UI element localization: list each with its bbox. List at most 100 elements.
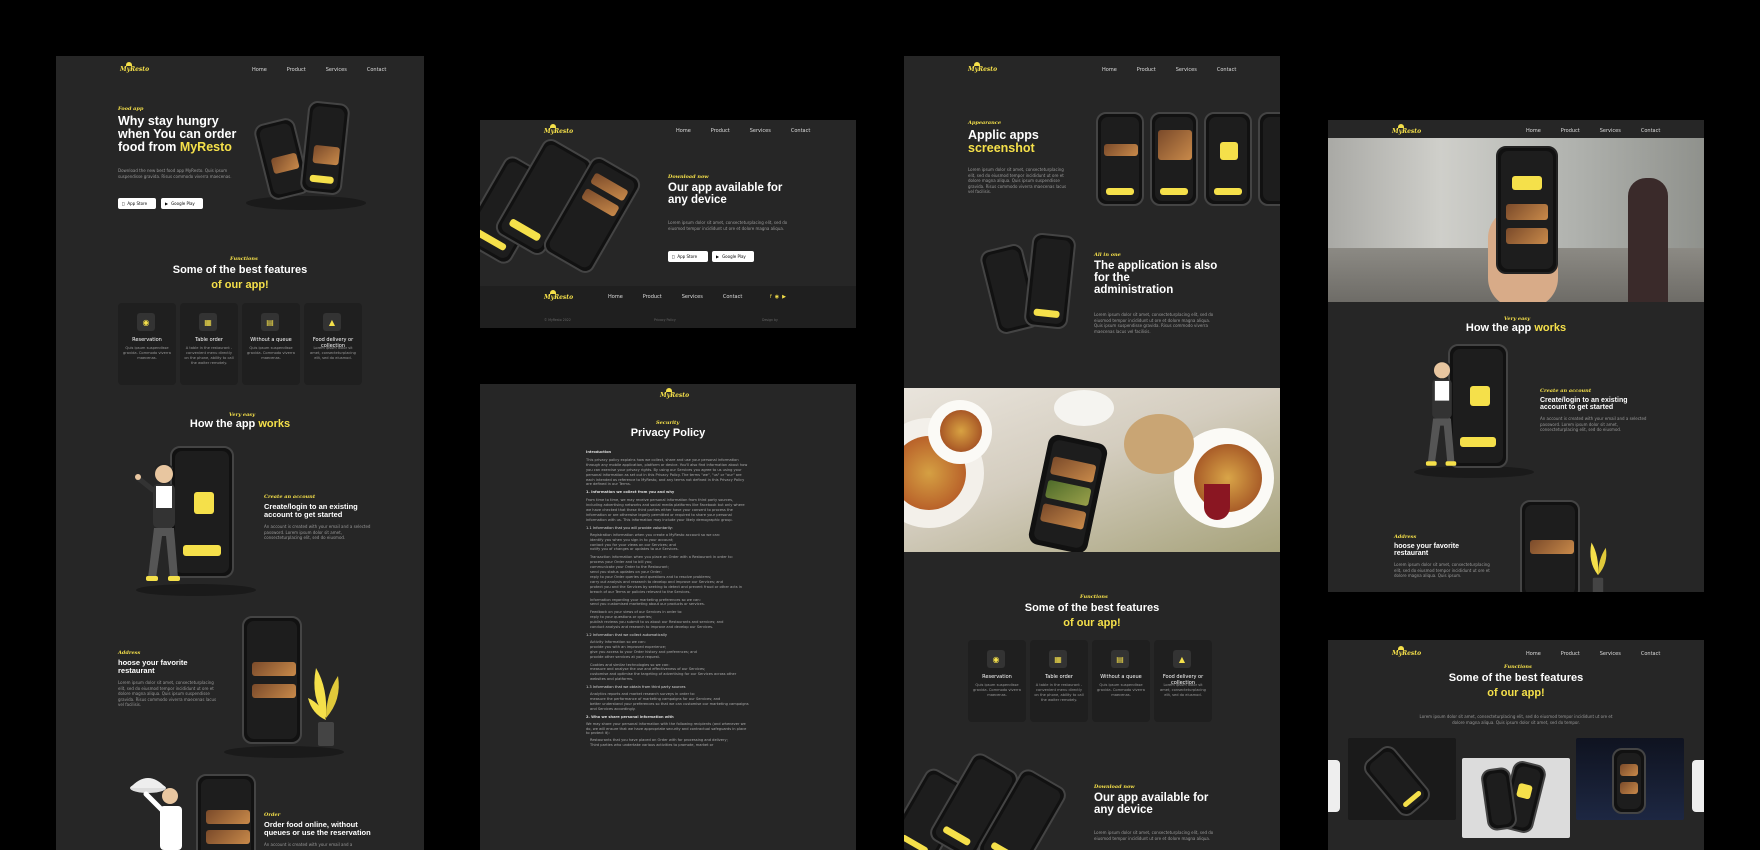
nav-home[interactable]: Home [252,67,267,73]
nav-contact[interactable]: Contact [1641,651,1660,657]
download-tag: Download now [1094,784,1135,790]
carousel-next-arrow[interactable] [1692,760,1704,812]
street-hand-phone-photo [1328,138,1704,302]
how-title: How the app works [1465,322,1567,334]
nav-contact[interactable]: Contact [791,128,810,134]
step3-tag: Order [264,812,281,818]
screenshot-phone-1 [1096,112,1144,206]
nav-contact[interactable]: Contact [1641,128,1660,134]
nav-product[interactable]: Product [1561,128,1580,134]
step2-title: hoose your favorite restaurant [1394,543,1459,558]
carousel-prev-arrow[interactable] [1328,760,1340,812]
screens-description: Lorem ipsum dolor sit amet, consecteturp… [968,167,1067,194]
footer-design-by: Design by [762,318,778,322]
nav-product[interactable]: Product [1137,67,1156,73]
nav-product[interactable]: Product [287,67,306,73]
privacy-list-1: Registration information when you create… [590,532,743,630]
carousel-slide-2[interactable] [1462,758,1570,838]
footer-nav-services[interactable]: Services [682,294,703,300]
nav-home[interactable]: Home [1526,128,1541,134]
feature-card-food-delivery: ▲ Food delivery or collection Lorem ipsu… [304,303,362,385]
top-nav: Home Product Services Contact [252,67,386,73]
privacy-policy-panel: MyResto Security Privacy Policy Introduc… [480,384,856,850]
nav-home[interactable]: Home [676,128,691,134]
myresto-logo[interactable]: MyResto [660,388,689,402]
nav-product[interactable]: Product [711,128,730,134]
hero-phone-front [299,100,351,196]
apple-icon:  [672,254,674,259]
footer-nav: Home Product Services Contact [608,294,742,300]
plate-icon: ◉ [137,313,155,331]
myresto-logo[interactable]: MyResto [1392,124,1421,138]
plant-illustration [1590,542,1607,592]
app-store-button[interactable]: App Store [668,251,708,262]
step3-title: Order food online, without queues or use… [264,820,371,837]
top-nav: Home Product Services Contact [1526,128,1660,134]
step1-person-illustration [1425,360,1457,466]
myresto-logo[interactable]: MyResto [544,124,573,138]
step2-tag: Address [1394,534,1417,540]
step1-title: Create/login to an existing account to g… [1540,397,1628,412]
step2-title: hoose your favorite restaurant [118,658,188,675]
step3-phone [196,774,256,850]
carousel-slide-3[interactable] [1576,738,1684,820]
features-tag: Functions [1504,664,1532,670]
features-title: Some of the best features of our app! [1448,672,1584,699]
hero-description: Download the new best food app MyResto. … [118,168,232,179]
step1-tag: Create an account [1540,388,1592,394]
nav-contact[interactable]: Contact [1217,67,1236,73]
google-play-button[interactable]: ▶ Google Play [161,198,203,209]
social-icons: f ◉ ▶ [770,294,786,300]
step2-phone [1520,500,1580,592]
youtube-icon[interactable]: ▶ [782,294,786,300]
myresto-logo[interactable]: MyResto [120,62,149,76]
nav-services[interactable]: Services [326,67,347,73]
privacy-title: Privacy Policy [630,427,706,439]
table-icon: ▦ [1049,650,1067,668]
myresto-logo[interactable]: MyResto [968,62,997,76]
nav-home[interactable]: Home [1102,67,1117,73]
instagram-icon[interactable]: ◉ [775,294,779,300]
nav-contact[interactable]: Contact [367,67,386,73]
landing-page-panel: MyResto Home Product Services Contact Fo… [56,56,424,850]
app-store-button[interactable]: App Store [118,198,156,209]
admin-phone-front [1023,231,1077,331]
admin-title: The application is also for the administ… [1094,260,1218,297]
step2-tag: Address [118,650,141,656]
how-it-works-panel: MyResto Home Product Services Contact Ve… [1328,120,1704,592]
photo-phone [1496,146,1558,274]
footer-nav-home[interactable]: Home [608,294,623,300]
apple-icon:  [122,201,124,206]
footer-privacy-link[interactable]: Privacy Policy [654,318,676,322]
top-nav: Home Product Services Contact [676,128,810,134]
google-play-button[interactable]: ▶ Google Play [712,251,754,262]
download-tag: Download now [668,174,709,180]
myresto-logo[interactable]: MyResto [1392,646,1421,660]
plant-illustration [308,668,339,746]
feature-card-without-queue: ▤ Without a queue Quis ipsum suspendisse… [242,303,300,385]
features-tag: Functions [1080,594,1108,600]
footer-nav-product[interactable]: Product [643,294,662,300]
footer-logo[interactable]: MyResto [544,290,573,304]
nav-home[interactable]: Home [1526,651,1541,657]
download-description: Lorem ipsum dolor sit amet, consecteturp… [1094,830,1214,841]
screenshots-admin-panel: MyResto Home Product Services Contact Ap… [904,56,1280,850]
screenshot-phone-4 [1258,112,1280,206]
nav-services[interactable]: Services [1176,67,1197,73]
features-title: Some of the best features of our app! [1024,602,1160,629]
carousel-slide-1[interactable] [1348,738,1456,820]
bag-icon: ▲ [1173,650,1191,668]
nav-services[interactable]: Services [1600,651,1621,657]
nav-services[interactable]: Services [750,128,771,134]
step2-description: Lorem ipsum dolor sit amet, consecteturp… [1394,562,1490,578]
screenshot-phone-2 [1150,112,1198,206]
nav-services[interactable]: Services [1600,128,1621,134]
privacy-list-3: Analytics reports and market research su… [590,692,749,711]
nav-product[interactable]: Product [1561,651,1580,657]
queue-icon: ▤ [1111,650,1129,668]
facebook-icon[interactable]: f [770,294,772,300]
queue-icon: ▤ [261,313,279,331]
footer-nav-contact[interactable]: Contact [723,294,742,300]
slide1-phone [1359,741,1435,820]
feature-card-without-queue: ▤ Without a queue Quis ipsum suspendisse… [1092,640,1150,722]
